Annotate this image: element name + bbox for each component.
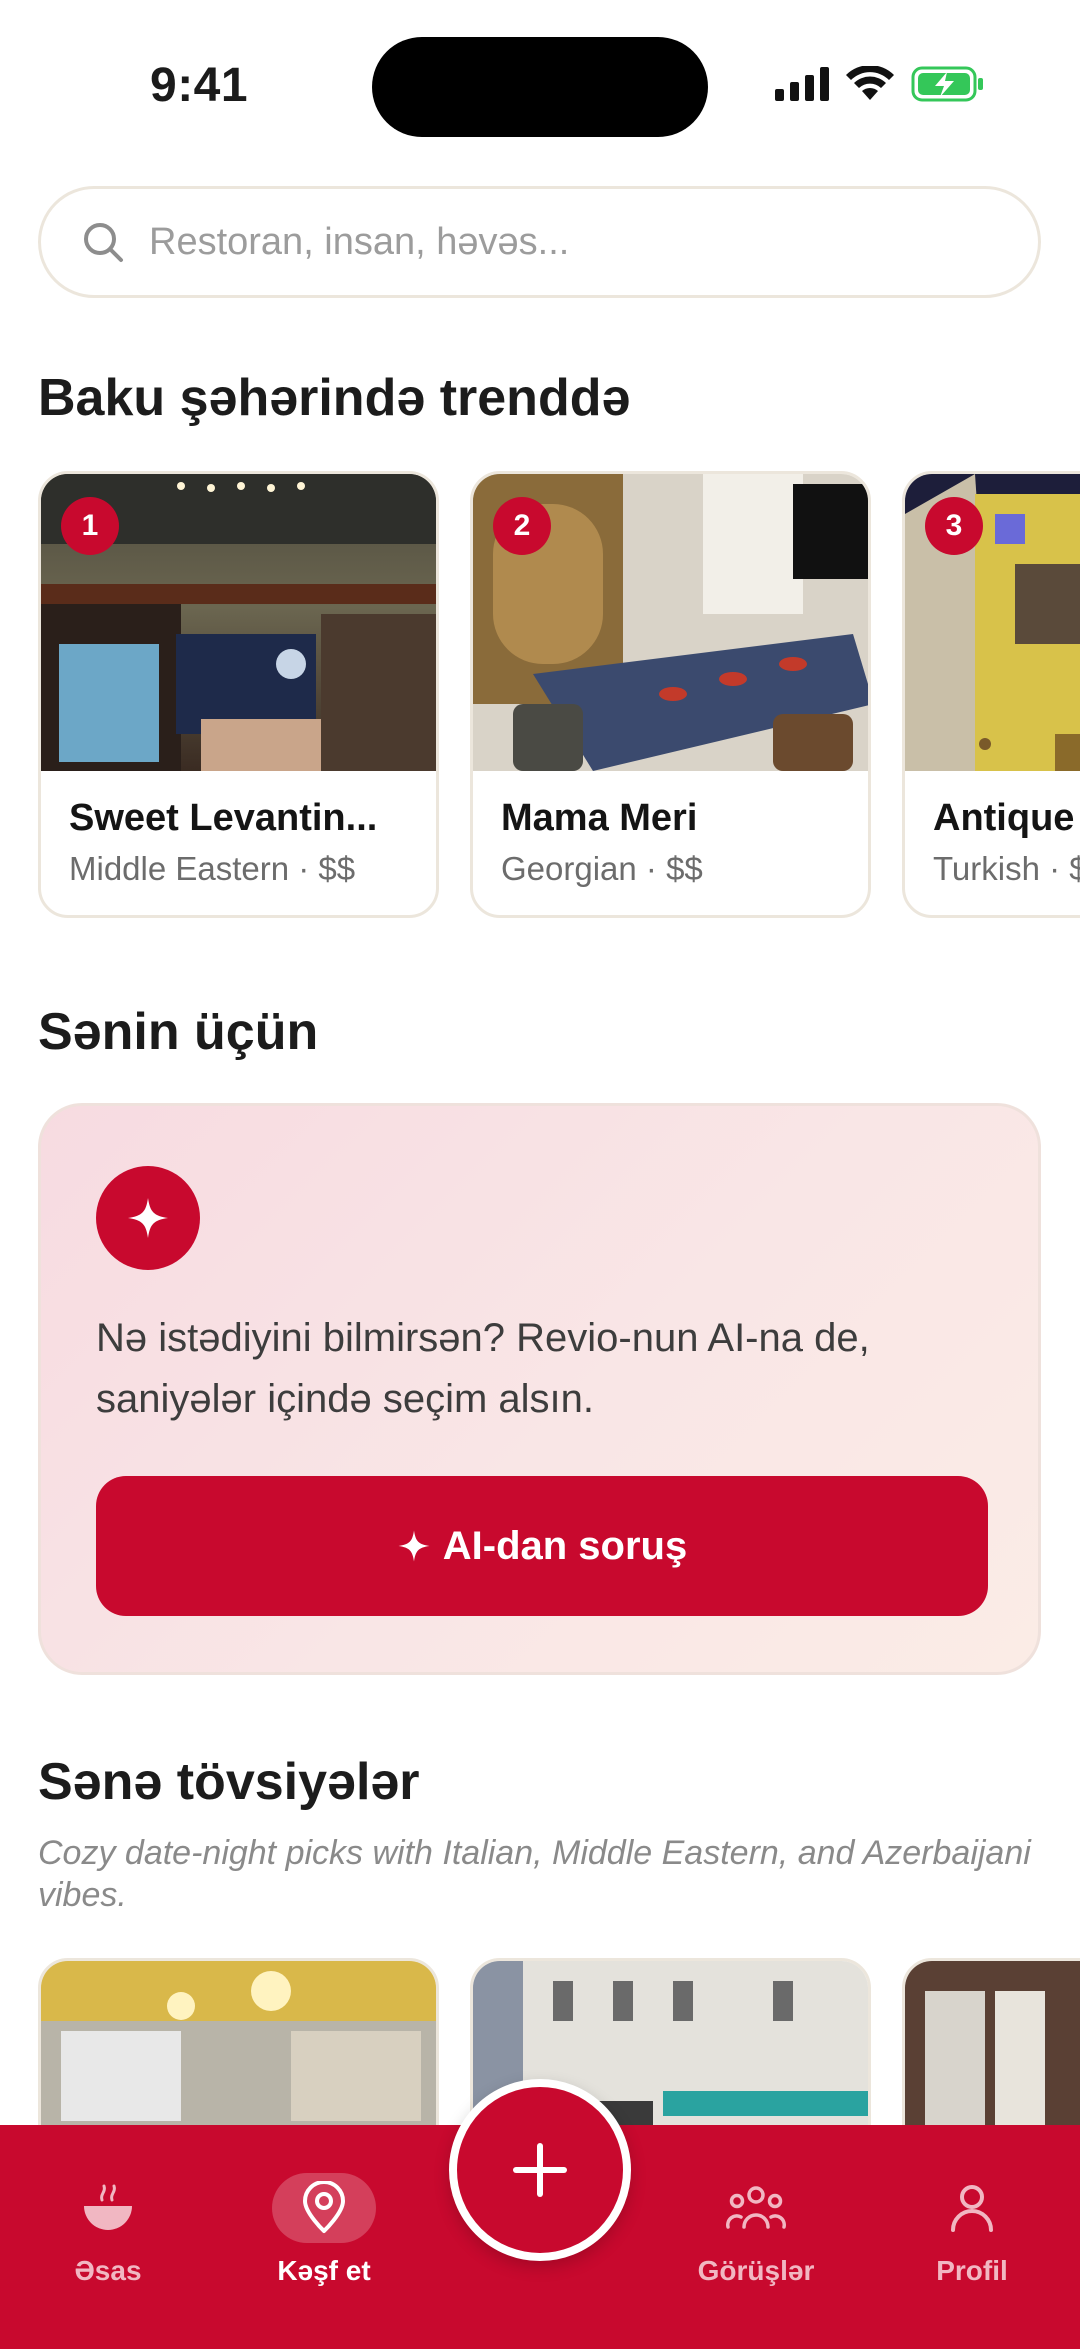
battery-charging-icon bbox=[911, 66, 983, 102]
rank-badge: 2 bbox=[493, 497, 551, 555]
recommendations-title: Sənə tövsiyələr bbox=[38, 1753, 420, 1811]
add-button[interactable] bbox=[449, 2079, 631, 2261]
trending-card[interactable]: 3 Antique Turkish · $ bbox=[902, 471, 1080, 918]
restaurant-name: Mama Meri bbox=[501, 797, 698, 839]
restaurant-name: Sweet Levantin... bbox=[69, 797, 378, 839]
map-pin-icon bbox=[303, 2181, 345, 2233]
status-time: 9:41 bbox=[150, 59, 249, 112]
sparkle-icon bbox=[96, 1166, 200, 1270]
cellular-signal-icon bbox=[775, 67, 829, 101]
restaurant-photo bbox=[41, 1961, 436, 2138]
nav-label: Kəşf et bbox=[277, 2255, 371, 2286]
people-icon bbox=[726, 2186, 786, 2229]
trending-carousel[interactable]: 1 Sweet Levantin... Middle Eastern · $$ … bbox=[38, 471, 1080, 921]
nav-label: Görüşlər bbox=[697, 2255, 815, 2286]
nav-item-meetups[interactable]: Görüşlər bbox=[666, 2173, 846, 2287]
nav-item-explore[interactable]: Kəşf et bbox=[234, 2173, 414, 2287]
restaurant-meta: Georgian · $$ bbox=[501, 850, 703, 887]
nav-item-home[interactable]: Əsas bbox=[18, 2173, 198, 2287]
user-icon bbox=[951, 2185, 993, 2232]
for-you-title: Sənin üçün bbox=[38, 1003, 319, 1061]
ask-ai-label: AI-dan soruş bbox=[442, 1523, 688, 1568]
rank-badge: 1 bbox=[61, 497, 119, 555]
recommendation-card[interactable] bbox=[902, 1958, 1080, 2138]
restaurant-meta: Turkish · $ bbox=[933, 850, 1080, 887]
recommendations-subtitle: Cozy date-night picks with Italian, Midd… bbox=[38, 1834, 1031, 1914]
rank-badge: 3 bbox=[925, 497, 983, 555]
search-bar[interactable]: Restoran, insan, həvəs... bbox=[38, 186, 1041, 298]
recommendation-card[interactable] bbox=[38, 1958, 439, 2138]
restaurant-meta: Middle Eastern · $$ bbox=[69, 850, 356, 887]
search-input[interactable]: Restoran, insan, həvəs... bbox=[149, 221, 569, 264]
ask-ai-button[interactable]: AI-dan soruş bbox=[96, 1476, 988, 1616]
bowl-icon bbox=[84, 2184, 132, 2230]
nav-label: Əsas bbox=[74, 2255, 142, 2286]
status-bar: 9:41 bbox=[0, 0, 1080, 170]
search-icon bbox=[84, 223, 123, 262]
sparkle-icon bbox=[398, 1530, 430, 1562]
restaurant-photo bbox=[905, 1961, 1080, 2138]
nav-label: Profil bbox=[936, 2255, 1008, 2286]
nav-item-profile[interactable]: Profil bbox=[882, 2173, 1062, 2287]
ai-suggestion-card: Nə istədiyini bilmirsən? Revio-nun AI-na… bbox=[38, 1103, 1041, 1675]
trending-card[interactable]: 2 Mama Meri Georgian · $$ bbox=[470, 471, 871, 918]
ai-prompt-text: Nə istədiyini bilmirsən? Revio-nun AI-na… bbox=[96, 1316, 870, 1421]
wifi-icon bbox=[846, 66, 894, 100]
plus-icon bbox=[513, 2143, 567, 2197]
trending-title: Baku şəhərində trenddə bbox=[38, 369, 631, 427]
dynamic-island bbox=[372, 37, 708, 137]
trending-card[interactable]: 1 Sweet Levantin... Middle Eastern · $$ bbox=[38, 471, 439, 918]
status-icons bbox=[775, 66, 985, 102]
restaurant-name: Antique bbox=[933, 797, 1075, 839]
